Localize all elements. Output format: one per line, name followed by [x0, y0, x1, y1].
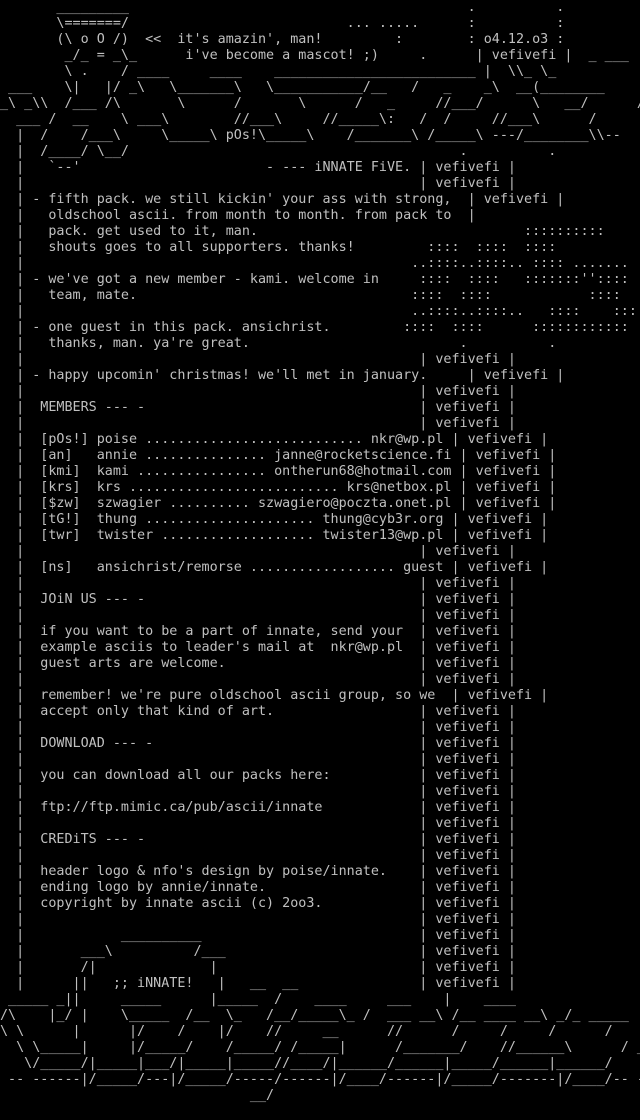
nfo-line: __/	[0, 1088, 275, 1103]
nfo-line: | you can download all our packs here: |…	[0, 768, 516, 783]
nfo-line: | || ;; iNNATE! | __ __ | vefivefi |	[0, 976, 516, 991]
nfo-line: \ \_____| |/_____/ /_____/ /_____| /____…	[0, 1040, 640, 1055]
nfo-line: | [pOs!] poise .........................…	[0, 432, 549, 447]
nfo-line: | [ns] ansichrist/remorse ..............…	[0, 560, 549, 575]
nfo-line: | - happy upcomin' christmas! we'll met …	[0, 368, 565, 383]
nfo-line: | `--' - --- iNNATE FiVE. | vefivefi |	[0, 160, 516, 175]
nfo-line: | pack. get used to it, man. ::::::::::	[0, 224, 605, 239]
nfo-line: /\ |_/ | \_____ /__ \_ /__/_____\_ / ___…	[0, 1008, 629, 1023]
nfo-line: | ftp://ftp.mimic.ca/pub/ascii/innate | …	[0, 800, 516, 815]
nfo-line: _\ _\\ /___ /\ \ / \ / _ //___/ \ __/ /	[0, 96, 640, 111]
nfo-line: \=======/ ... ..... : :	[0, 16, 565, 31]
nfo-line: | __________ | vefivefi |	[0, 928, 516, 943]
nfo-line: | | vefivefi |	[0, 784, 516, 799]
nfo-line: | | vefivefi |	[0, 752, 516, 767]
nfo-line: | ..::::..::::.. :::: ::::	[0, 304, 640, 319]
nfo-document-text: _________ . . \=======/ ... ..... : : (\…	[0, 0, 640, 1104]
nfo-line: ___ \| |/ _\ \_______\ \___________/__ /…	[0, 80, 605, 95]
nfo-line: | [an] annie ............... janne@rocke…	[0, 448, 557, 463]
nfo-line: | - we've got a new member - kami. welco…	[0, 272, 629, 287]
nfo-line: | | vefivefi |	[0, 608, 516, 623]
nfo-line: | ..::::..::::.. :::: .......	[0, 256, 629, 271]
nfo-line: | header logo & nfo's design by poise/in…	[0, 864, 516, 879]
nfo-line: | /____/ \__/ . .	[0, 144, 557, 159]
nfo-line: | [tG!] thung ..................... thun…	[0, 512, 549, 527]
nfo-line: | - one guest in this pack. ansichrist. …	[0, 320, 629, 335]
nfo-line: | JOiN US --- - | vefivefi |	[0, 592, 516, 607]
nfo-line: | thanks, man. ya're great. . .	[0, 336, 557, 351]
nfo-line: | [twr] twister ................... twis…	[0, 528, 549, 543]
nfo-line: | accept only that kind of art. | vefive…	[0, 704, 516, 719]
nfo-line: | ending logo by annie/innate. | vefivef…	[0, 880, 516, 895]
nfo-line: _____ _|| _____ |_____ / ____ ___ | ____	[0, 992, 516, 1007]
nfo-line: | [$zw] szwagier .......... szwagiero@po…	[0, 496, 557, 511]
nfo-line: _________ . .	[0, 0, 565, 15]
nfo-line: | remember! we're pure oldschool ascii g…	[0, 688, 549, 703]
nfo-line: | [kmi] kami ................ ontherun68…	[0, 464, 557, 479]
nfo-line: | | vefivefi |	[0, 384, 516, 399]
nfo-line: | - fifth pack. we still kickin' your as…	[0, 192, 565, 207]
nfo-line: | | vefivefi |	[0, 176, 516, 191]
nfo-line: ___ / __ \ ___\ //___\ //_____\: / / //_…	[0, 112, 597, 127]
nfo-line: (\ o O /) << it's amazin', man! : : o4.1…	[0, 32, 565, 47]
nfo-line: | | vefivefi |	[0, 672, 516, 687]
nfo-line: \ \ | |/ / |/ // __ // / / / /	[0, 1024, 613, 1039]
nfo-line: | | vefivefi |	[0, 416, 516, 431]
nfo-line: | | vefivefi |	[0, 352, 516, 367]
nfo-line: | /| | | vefivefi |	[0, 960, 516, 975]
nfo-line: | [krs] krs .......................... k…	[0, 480, 557, 495]
nfo-line: | CREDiTS --- - | vefivefi |	[0, 832, 516, 847]
nfo-line: | if you want to be a part of innate, se…	[0, 624, 516, 639]
nfo-line: \/_____/|_____|___/|_____|_____//____/|_…	[0, 1056, 613, 1071]
nfo-line: | team, mate. :::: :::: ::::	[0, 288, 621, 303]
nfo-line: | example asciis to leader's mail at nkr…	[0, 640, 516, 655]
nfo-line: | | vefivefi |	[0, 816, 516, 831]
nfo-line: | DOWNLOAD --- - | vefivefi |	[0, 736, 516, 751]
nfo-line: | MEMBERS --- - | vefivefi |	[0, 400, 516, 415]
nfo-line: -- ------|/_____/---|/_____/-----/------…	[0, 1072, 640, 1087]
nfo-line: | shouts goes to all supporters. thanks!…	[0, 240, 557, 255]
nfo-line: | | vefivefi |	[0, 576, 516, 591]
nfo-line: \ . / ____ ____ ________________________…	[0, 64, 557, 79]
nfo-line: | guest arts are welcome. | vefivefi |	[0, 656, 516, 671]
nfo-viewer-screen: _________ . . \=======/ ... ..... : : (\…	[0, 0, 640, 1120]
nfo-line: | ___\ /___ | vefivefi |	[0, 944, 516, 959]
nfo-line: | | vefivefi |	[0, 720, 516, 735]
nfo-line: | / /___\ \_____\ pOs!\_____\ /_______\ …	[0, 128, 621, 143]
nfo-line: | | vefivefi |	[0, 848, 516, 863]
nfo-line: | | vefivefi |	[0, 912, 516, 927]
nfo-line: | copyright by innate ascii (c) 2oo3. | …	[0, 896, 516, 911]
nfo-line: | oldschool ascii. from month to month. …	[0, 208, 476, 223]
nfo-line: | | vefivefi |	[0, 544, 516, 559]
nfo-line: _/_ = _\_ i've become a mascot! ;) . | v…	[0, 48, 629, 63]
